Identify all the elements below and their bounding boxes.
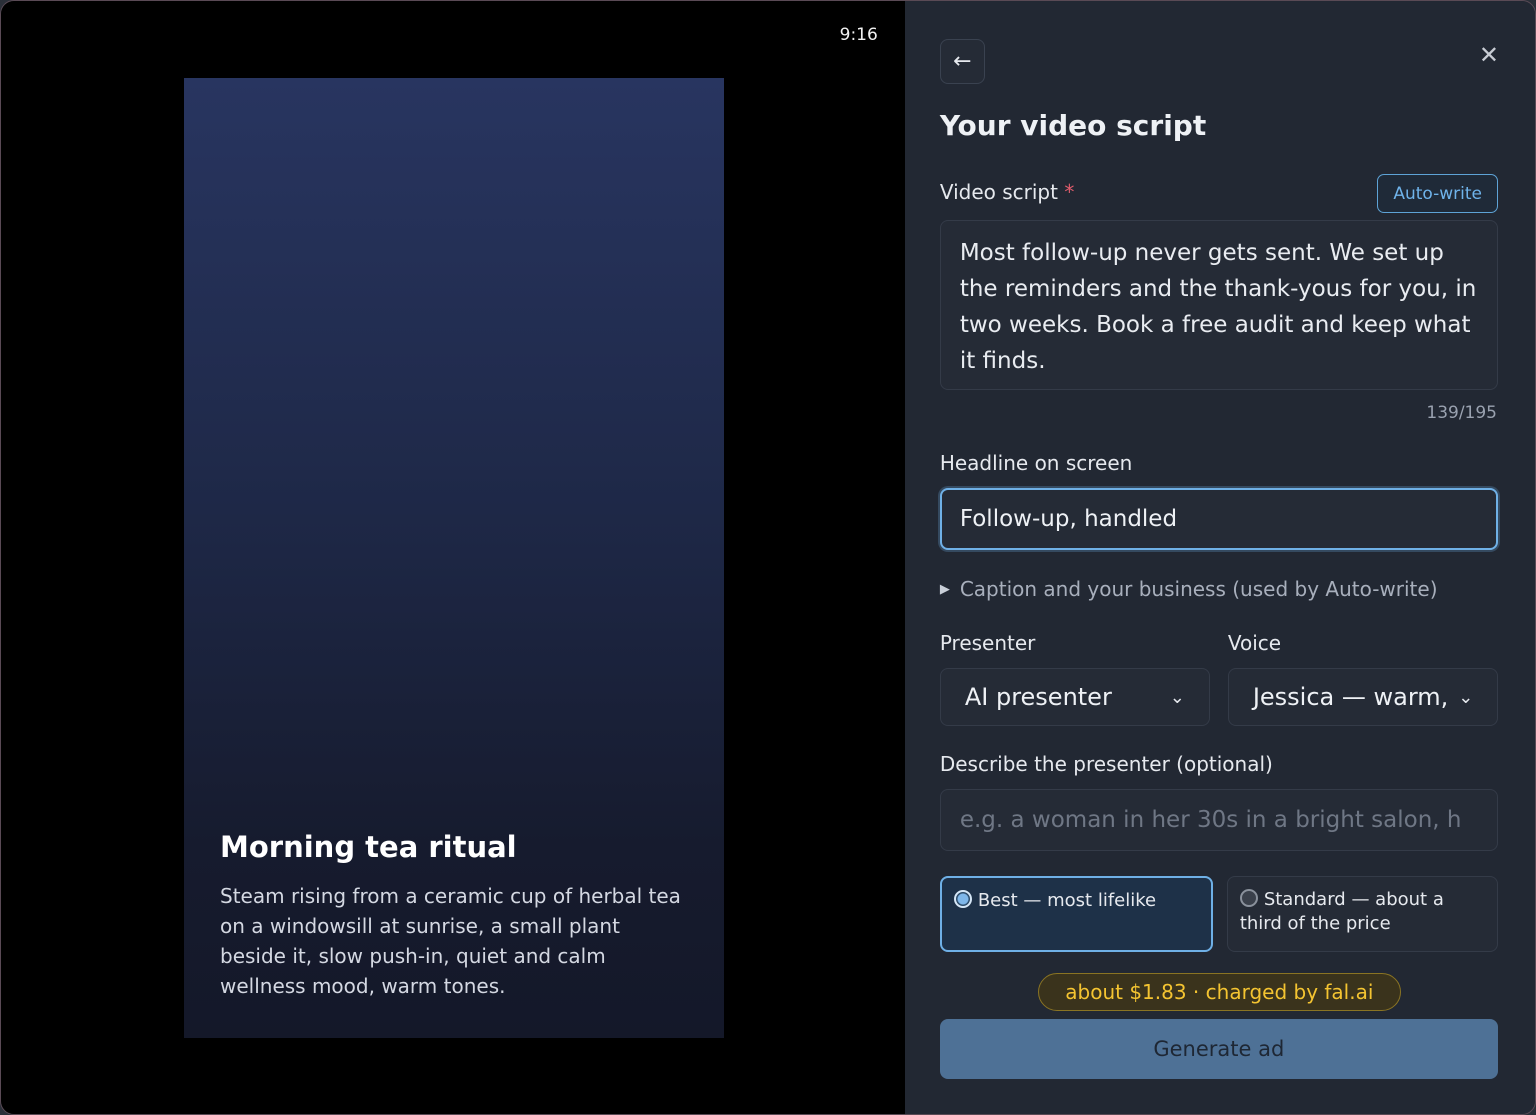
close-icon: ✕ <box>1478 41 1499 69</box>
triangle-right-icon: ▶ <box>939 581 950 597</box>
quality-option-standard[interactable]: Standard — about a third of the price <box>1226 876 1498 952</box>
voice-select[interactable]: Jessica — warm, ⌄ <box>1227 668 1498 726</box>
character-counter: 139/195 <box>1426 403 1497 423</box>
auto-write-button[interactable]: Auto-write <box>1377 174 1498 213</box>
caption-details-label: Caption and your business (used by Auto-… <box>959 577 1438 601</box>
quality-option-best[interactable]: Best — most lifelike <box>939 876 1213 952</box>
script-textarea[interactable]: Most follow-up never gets sent. We set u… <box>939 220 1498 390</box>
aspect-ratio-label: 9:16 <box>839 25 878 45</box>
quality-option-label: Best — most lifelike <box>977 890 1157 911</box>
create-ad-modal: 9:16 Morning tea ritual Steam rising fro… <box>0 0 1536 1115</box>
presenter-label: Presenter <box>939 631 1036 655</box>
script-panel: ← ✕ Your video script Video script * Aut… <box>904 1 1535 1114</box>
script-label-text: Video script <box>939 180 1058 204</box>
headline-input[interactable]: Follow-up, handled <box>939 488 1498 550</box>
video-preview: 9:16 Morning tea ritual Steam rising fro… <box>1 1 905 1114</box>
radio-unselected[interactable] <box>1239 889 1258 907</box>
preview-title: Morning tea ritual <box>220 830 517 864</box>
close-button[interactable]: ✕ <box>1479 41 1499 69</box>
back-button[interactable]: ← <box>939 39 985 84</box>
page-title: Your video script <box>939 109 1207 142</box>
script-label: Video script * <box>940 180 1074 204</box>
chevron-down-icon: ⌄ <box>1169 686 1185 708</box>
preview-description: Steam rising from a ceramic cup of herba… <box>220 884 681 998</box>
quality-option-label: Standard — about a third of the price <box>1239 889 1444 934</box>
arrow-left-icon: ← <box>953 49 972 74</box>
radio-selected[interactable] <box>953 890 972 908</box>
generate-ad-button[interactable]: Generate ad <box>939 1019 1498 1079</box>
chevron-down-icon: ⌄ <box>1458 686 1474 708</box>
required-mark: * <box>1064 180 1075 204</box>
headline-label: Headline on screen <box>939 451 1133 475</box>
voice-label: Voice <box>1227 631 1282 655</box>
presenter-select-value: AI presenter <box>964 683 1112 711</box>
describe-presenter-input[interactable]: e.g. a woman in her 30s in a bright salo… <box>939 789 1498 851</box>
caption-details-toggle[interactable]: ▶ Caption and your business (used by Aut… <box>940 577 1438 601</box>
presenter-select[interactable]: AI presenter ⌄ <box>939 668 1210 726</box>
price-badge: about $1.83 · charged by fal.ai <box>1037 973 1401 1011</box>
describe-label: Describe the presenter (optional) <box>939 752 1273 776</box>
preview-card: Morning tea ritual Steam rising from a c… <box>184 78 724 1038</box>
voice-select-value: Jessica — warm, <box>1252 683 1449 711</box>
